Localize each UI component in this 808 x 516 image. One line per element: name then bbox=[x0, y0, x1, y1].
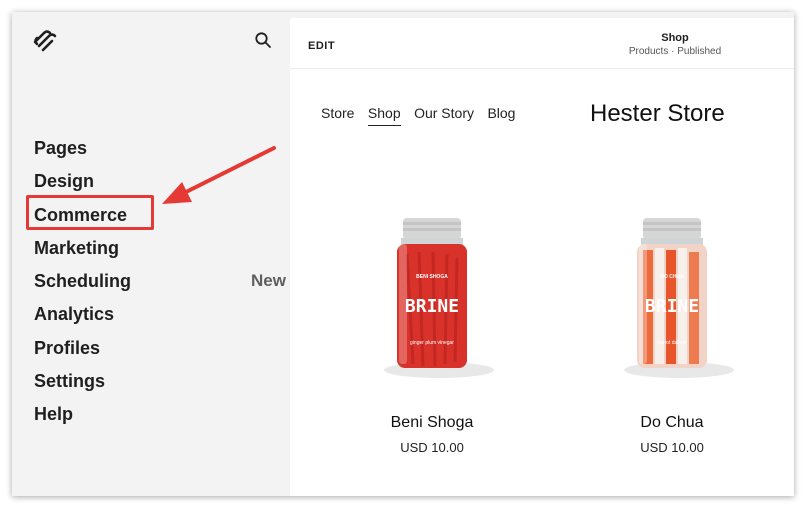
product-name[interactable]: Beni Shoga bbox=[357, 414, 507, 432]
menu-item-label: Scheduling bbox=[34, 271, 132, 292]
menu-item-settings[interactable]: Settings bbox=[34, 369, 274, 402]
menu-item-analytics[interactable]: Analytics bbox=[34, 302, 274, 335]
jar-label-text: BENI SHOGA bbox=[416, 274, 448, 280]
sidebar: Pages Design Commerce Marketing Scheduli… bbox=[12, 12, 290, 496]
jar-brand-text: BRINE bbox=[405, 296, 459, 317]
site-nav-store[interactable]: Store bbox=[321, 105, 354, 125]
product-price: USD 10.00 bbox=[400, 440, 464, 455]
product-name[interactable]: Do Chua bbox=[597, 414, 747, 432]
site-preview: EDIT Shop Products · Published Store Sho… bbox=[290, 18, 794, 496]
page-name: Shop bbox=[661, 32, 689, 44]
menu-item-scheduling[interactable]: Scheduling New bbox=[34, 269, 286, 302]
page-status: Products · Published bbox=[628, 46, 722, 57]
product-price: USD 10.00 bbox=[640, 440, 704, 455]
app-window: Pages Design Commerce Marketing Scheduli… bbox=[12, 12, 794, 496]
menu-item-label: Profiles bbox=[34, 337, 101, 358]
product-image-jar[interactable]: DO CHUA BRINE carrot daikon bbox=[617, 214, 734, 384]
menu-item-label: Pages bbox=[34, 138, 88, 158]
menu-item-label: Settings bbox=[34, 371, 106, 392]
product-card[interactable]: BENI SHOGA BRINE ginger plum vinegar Ben… bbox=[357, 214, 507, 455]
site-nav-blog[interactable]: Blog bbox=[487, 105, 515, 125]
jar-label-text: DO CHUA bbox=[660, 274, 684, 280]
menu-item-label: Analytics bbox=[34, 304, 115, 325]
jar-brand-text: BRINE bbox=[645, 296, 699, 317]
menu-item-label: Design bbox=[34, 171, 95, 192]
menu-item-label: Marketing bbox=[34, 237, 120, 258]
site-nav-our-story[interactable]: Our Story bbox=[414, 105, 474, 125]
site-nav-shop[interactable]: Shop bbox=[367, 105, 401, 126]
squarespace-logo[interactable] bbox=[32, 28, 60, 52]
page-info: Shop Products · Published bbox=[590, 32, 760, 57]
annotation-arrow bbox=[162, 146, 276, 204]
jar-ingredients-text: carrot daikon bbox=[658, 340, 687, 346]
new-badge: New bbox=[251, 271, 286, 291]
commerce-highlight-box bbox=[26, 195, 154, 230]
jar-ingredients-text: ginger plum vinegar bbox=[410, 340, 454, 346]
edit-button[interactable]: EDIT bbox=[308, 40, 335, 52]
product-card[interactable]: DO CHUA BRINE carrot daikon Do Chua USD … bbox=[597, 214, 747, 455]
product-image-jar[interactable]: BENI SHOGA BRINE ginger plum vinegar bbox=[377, 214, 494, 384]
preview-toolbar: EDIT Shop Products · Published bbox=[290, 18, 794, 69]
menu-item-help[interactable]: Help bbox=[34, 402, 274, 435]
search-icon[interactable] bbox=[254, 31, 272, 49]
store-title: Hester Store bbox=[590, 100, 725, 127]
menu-item-profiles[interactable]: Profiles bbox=[34, 336, 274, 369]
menu-item-marketing[interactable]: Marketing bbox=[34, 236, 274, 269]
menu-item-label: Help bbox=[34, 404, 74, 425]
site-nav: Store Shop Our Story Blog bbox=[321, 105, 524, 126]
